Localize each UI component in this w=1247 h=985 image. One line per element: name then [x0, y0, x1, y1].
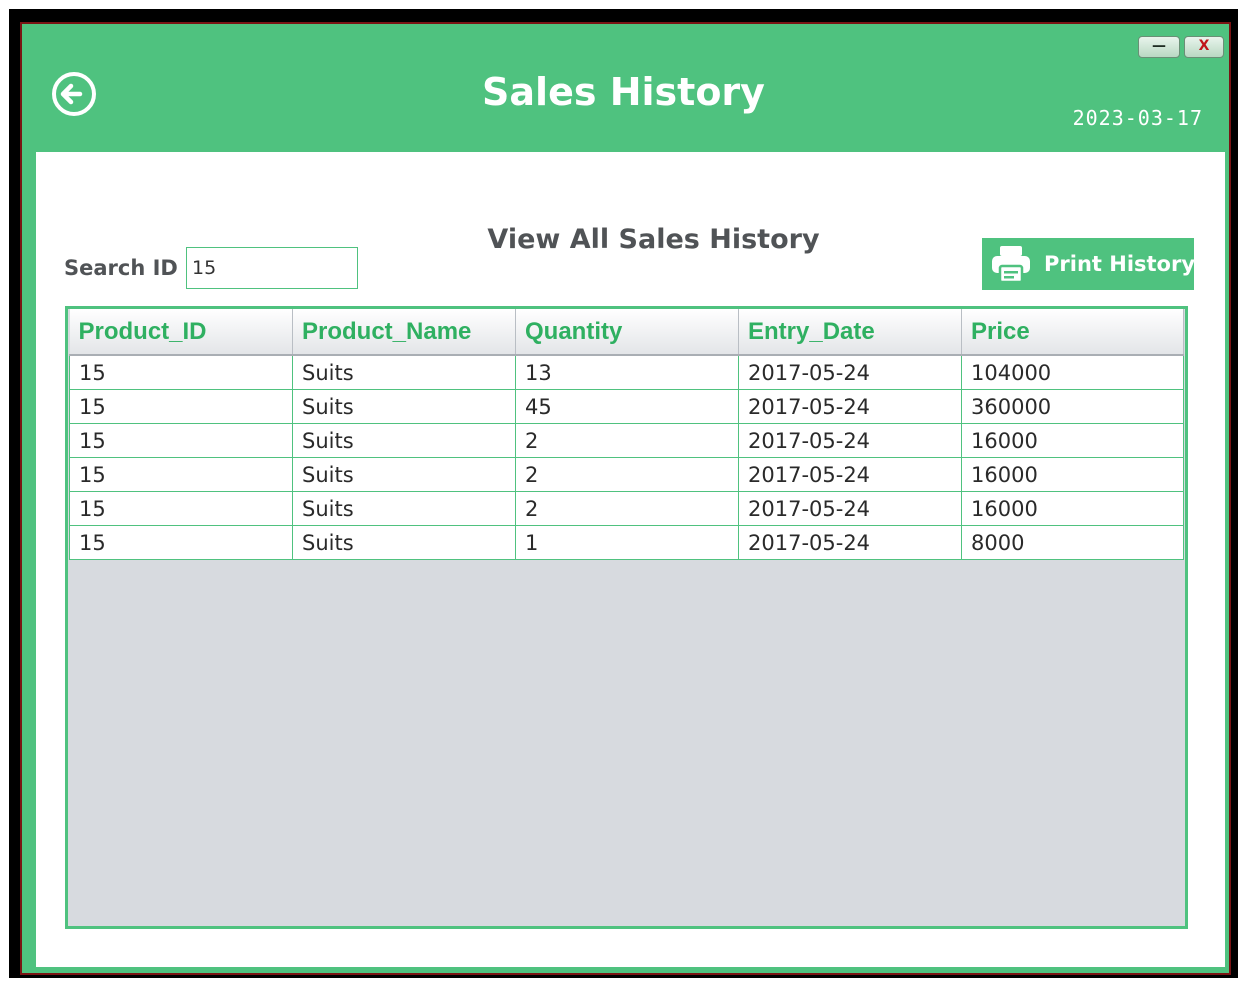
column-header[interactable]: Price [961, 309, 1184, 356]
table-cell[interactable]: 8000 [961, 525, 1184, 560]
table-cell[interactable]: 1 [515, 525, 739, 560]
table-cell[interactable]: 2 [515, 423, 739, 458]
table-cell[interactable]: 15 [69, 457, 293, 492]
current-date: 2023-03-17 [1072, 106, 1203, 130]
table-cell[interactable]: 15 [69, 525, 293, 560]
table-cell[interactable]: 15 [69, 491, 293, 526]
table-cell[interactable]: 104000 [961, 354, 1184, 390]
table-cell[interactable]: Suits [292, 389, 516, 424]
table-cell[interactable]: Suits [292, 423, 516, 458]
table-row[interactable]: 15 Suits 2 2017-05-24 16000 [69, 423, 1184, 458]
table-cell[interactable]: 2017-05-24 [738, 354, 962, 390]
table-cell[interactable]: 2017-05-24 [738, 525, 962, 560]
table-cell[interactable]: 16000 [961, 423, 1184, 458]
printer-icon [992, 246, 1030, 284]
table-cell[interactable]: 2017-05-24 [738, 389, 962, 424]
table-cell[interactable]: 16000 [961, 491, 1184, 526]
table-cell[interactable]: 2 [515, 457, 739, 492]
table-cell[interactable]: 2017-05-24 [738, 491, 962, 526]
table-cell[interactable]: 2017-05-24 [738, 457, 962, 492]
table-row[interactable]: 15 Suits 1 2017-05-24 8000 [69, 525, 1184, 560]
minimize-button[interactable]: — [1138, 36, 1180, 58]
column-header[interactable]: Product_ID [69, 309, 293, 356]
search-id-input[interactable] [186, 247, 358, 289]
close-button[interactable]: X [1184, 36, 1224, 58]
table-cell[interactable]: 15 [69, 354, 293, 390]
sales-history-table[interactable]: Product_ID Product_Name Quantity Entry_D… [65, 306, 1188, 929]
table-cell[interactable]: 45 [515, 389, 739, 424]
table-cell[interactable]: 15 [69, 423, 293, 458]
table-cell[interactable]: Suits [292, 525, 516, 560]
table-cell[interactable]: 2 [515, 491, 739, 526]
table-row[interactable]: 15 Suits 45 2017-05-24 360000 [69, 389, 1184, 424]
page-title: Sales History [482, 70, 765, 114]
column-header[interactable]: Quantity [515, 309, 739, 356]
print-history-label: Print History [1044, 252, 1196, 276]
table-cell[interactable]: 16000 [961, 457, 1184, 492]
search-label: Search ID [64, 256, 178, 280]
column-header[interactable]: Product_Name [292, 309, 516, 356]
table-row[interactable]: 15 Suits 2 2017-05-24 16000 [69, 457, 1184, 492]
column-header[interactable]: Entry_Date [738, 309, 962, 356]
table-row[interactable]: 15 Suits 2 2017-05-24 16000 [69, 491, 1184, 526]
table-row[interactable]: 15 Suits 13 2017-05-24 104000 [69, 354, 1184, 390]
table-header-row: Product_ID Product_Name Quantity Entry_D… [69, 309, 1184, 356]
table-cell[interactable]: 360000 [961, 389, 1184, 424]
table-cell[interactable]: Suits [292, 457, 516, 492]
table-cell[interactable]: Suits [292, 491, 516, 526]
table-cell[interactable]: Suits [292, 354, 516, 390]
print-history-button[interactable]: Print History [982, 238, 1196, 290]
table-cell[interactable]: 2017-05-24 [738, 423, 962, 458]
table-cell[interactable]: 13 [515, 354, 739, 390]
table-cell[interactable]: 15 [69, 389, 293, 424]
